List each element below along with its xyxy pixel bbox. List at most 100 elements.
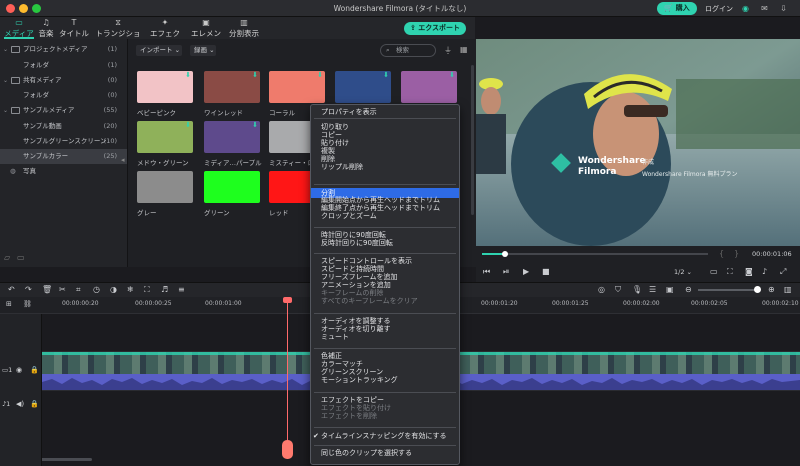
export-button[interactable]: ⇪ エクスポート bbox=[404, 22, 466, 35]
playhead-bottom-handle[interactable] bbox=[282, 440, 293, 459]
context-menu-item[interactable]: リップル削除 bbox=[311, 163, 459, 171]
zoom-out-icon[interactable]: ⊖ bbox=[685, 285, 692, 294]
context-menu-item[interactable]: 同じ色のクリップを選択する bbox=[311, 449, 459, 457]
folder-add-icon[interactable]: ▭ bbox=[17, 253, 25, 262]
context-menu-item[interactable]: モーショントラッキング bbox=[311, 376, 459, 384]
context-menu-item[interactable]: コピー bbox=[311, 131, 459, 139]
microphone-icon[interactable]: 🎙 bbox=[632, 285, 642, 294]
color-swatch[interactable]: ⬇ bbox=[137, 71, 193, 103]
undo-icon[interactable]: ↶ bbox=[8, 285, 15, 294]
playhead-line[interactable] bbox=[287, 299, 288, 455]
audio-icon[interactable]: ♬ bbox=[161, 285, 168, 294]
context-menu-item[interactable]: 削除 bbox=[311, 155, 459, 163]
tab-titles[interactable]: T タイトル bbox=[59, 18, 89, 39]
library-item-folder[interactable]: フォルダ (1) bbox=[0, 58, 127, 73]
eye-icon[interactable]: ◉ bbox=[16, 366, 22, 374]
context-menu-item[interactable]: ✔ タイムラインスナッピングを有効にする bbox=[311, 432, 459, 440]
mark-out-icon[interactable]: } bbox=[734, 249, 739, 258]
download-icon[interactable]: ⬇ bbox=[449, 72, 455, 79]
context-menu-item[interactable]: プロパティを表示 bbox=[311, 108, 459, 116]
link-icon[interactable]: ⛓ bbox=[23, 300, 32, 309]
zoom-slider-knob[interactable] bbox=[754, 286, 761, 293]
collapse-panel-icon[interactable]: ◂ bbox=[121, 156, 125, 164]
context-menu-item[interactable]: 編集開始点から再生ヘッドまでトリム bbox=[311, 196, 459, 204]
playhead-handle[interactable] bbox=[283, 297, 292, 303]
context-menu-item[interactable]: クロップとズーム bbox=[311, 212, 459, 220]
color-swatch[interactable]: ⬇ bbox=[204, 71, 260, 103]
volume-icon[interactable]: ♪ bbox=[762, 267, 767, 276]
speed-icon[interactable]: ◷ bbox=[93, 285, 100, 294]
context-menu-item[interactable]: グリーンスクリーン bbox=[311, 368, 459, 376]
context-menu-item[interactable]: オーディオを調整する bbox=[311, 317, 459, 325]
playback-progress-bar[interactable] bbox=[482, 253, 708, 255]
adjust-icon[interactable]: ≡ bbox=[178, 285, 185, 294]
import-dropdown[interactable]: インポート ⌄ bbox=[136, 45, 182, 56]
playback-ratio-select[interactable]: 1/2 ⌄ bbox=[674, 268, 692, 276]
playback-scrubber[interactable] bbox=[501, 251, 508, 257]
fullscreen-icon[interactable]: ⛶ bbox=[727, 267, 733, 276]
monitor-icon[interactable]: ▭ bbox=[710, 267, 718, 276]
crop-icon[interactable]: ⌗ bbox=[76, 285, 81, 294]
media-scrollbar[interactable] bbox=[471, 65, 474, 215]
library-item-photos[interactable]: ◍ 写真 bbox=[0, 164, 127, 179]
speaker-icon[interactable]: ◀) bbox=[16, 400, 24, 408]
snapshot-icon[interactable]: ▣ bbox=[666, 285, 674, 294]
freeze-frame-icon[interactable]: ❄ bbox=[127, 285, 134, 294]
tab-effects[interactable]: ✦エフェクト bbox=[147, 18, 183, 49]
color-swatch[interactable]: ⬇ bbox=[335, 71, 391, 103]
download-icon[interactable]: ⬇ bbox=[317, 72, 323, 79]
expand-icon[interactable]: ⤢ bbox=[780, 267, 786, 276]
color-swatch[interactable]: ⬇ bbox=[269, 71, 325, 103]
color-swatch[interactable] bbox=[204, 171, 260, 203]
tab-transitions[interactable]: ⧖トランジション bbox=[94, 18, 142, 49]
zoom-in-icon[interactable]: ⊕ bbox=[768, 285, 775, 294]
color-swatch[interactable]: ⬇ bbox=[401, 71, 457, 103]
play-frame-icon[interactable]: ⏯ bbox=[503, 267, 509, 276]
buy-button[interactable]: 🛒 購入 bbox=[657, 2, 697, 15]
library-item-project-media[interactable]: ⌄ プロジェクトメディア (1) bbox=[0, 42, 127, 57]
library-item-sample-media[interactable]: ⌄ サンプルメディア (55) bbox=[0, 103, 127, 118]
library-item-shared-media[interactable]: ⌄ 共有メディア (0) bbox=[0, 73, 127, 88]
context-menu-item[interactable]: 反時計回りに90度回転 bbox=[311, 239, 459, 247]
new-folder-icon[interactable]: ▱ bbox=[4, 253, 10, 262]
grid-view-icon[interactable]: ▦ bbox=[460, 45, 468, 54]
context-menu-item[interactable]: スピードと持続時間 bbox=[311, 265, 459, 273]
layout-icon[interactable]: ▥ bbox=[784, 285, 792, 294]
filter-icon[interactable]: ⏚ bbox=[444, 45, 452, 56]
color-swatch[interactable]: ⬇ bbox=[204, 121, 260, 153]
skip-back-icon[interactable]: ⏮ bbox=[483, 267, 490, 276]
play-icon[interactable]: ▶ bbox=[523, 267, 529, 276]
color-swatch[interactable] bbox=[137, 171, 193, 203]
library-item-sample-video[interactable]: サンプル動画 (20) bbox=[0, 119, 127, 134]
tab-split-screen[interactable]: ▥ 分割表示 bbox=[229, 18, 259, 39]
color-icon[interactable]: ◑ bbox=[110, 285, 117, 294]
context-menu-item[interactable]: スピードコントロールを表示 bbox=[311, 257, 459, 265]
add-track-icon[interactable]: ⊞ bbox=[6, 300, 12, 309]
voiceover-list-icon[interactable]: ☰ bbox=[649, 285, 656, 294]
download-icon[interactable]: ⇩ bbox=[779, 4, 788, 13]
download-icon[interactable]: ⬇ bbox=[185, 72, 191, 79]
tab-music[interactable]: ♫ 音楽 bbox=[37, 18, 55, 39]
context-menu-item[interactable]: 色補正 bbox=[311, 352, 459, 360]
download-icon[interactable]: ⬇ bbox=[383, 72, 389, 79]
record-dropdown[interactable]: 録画 ⌄ bbox=[190, 45, 216, 56]
tab-elements[interactable]: ▣エレメント bbox=[188, 18, 224, 49]
context-menu-item[interactable]: ミュート bbox=[311, 333, 459, 341]
mark-in-icon[interactable]: { bbox=[719, 249, 724, 258]
library-item-sample-green-screen[interactable]: サンプルグリーンスクリーン (10) bbox=[0, 134, 127, 149]
delete-icon[interactable]: 🗑 bbox=[42, 285, 52, 294]
download-icon[interactable]: ⬇ bbox=[252, 72, 258, 79]
context-menu-item[interactable]: 複製 bbox=[311, 147, 459, 155]
library-item-sample-colors[interactable]: サンプルカラー (25) bbox=[0, 149, 127, 164]
search-input[interactable]: ⌕ 検索 bbox=[380, 44, 436, 57]
context-menu-item[interactable]: 編集終了点から再生ヘッドまでトリム bbox=[311, 204, 459, 212]
snapshot-icon[interactable]: ◙ bbox=[745, 267, 753, 276]
render-icon[interactable]: ◎ bbox=[598, 285, 605, 294]
context-menu-item[interactable]: 貼り付け bbox=[311, 139, 459, 147]
library-item-folder[interactable]: フォルダ (0) bbox=[0, 88, 127, 103]
download-icon[interactable]: ⬇ bbox=[185, 122, 191, 129]
cut-icon[interactable]: ✂ bbox=[59, 285, 66, 294]
login-link[interactable]: ログイン bbox=[705, 4, 733, 14]
download-icon[interactable]: ⬇ bbox=[252, 122, 258, 129]
context-menu-item[interactable]: エフェクトをコピー bbox=[311, 396, 459, 404]
